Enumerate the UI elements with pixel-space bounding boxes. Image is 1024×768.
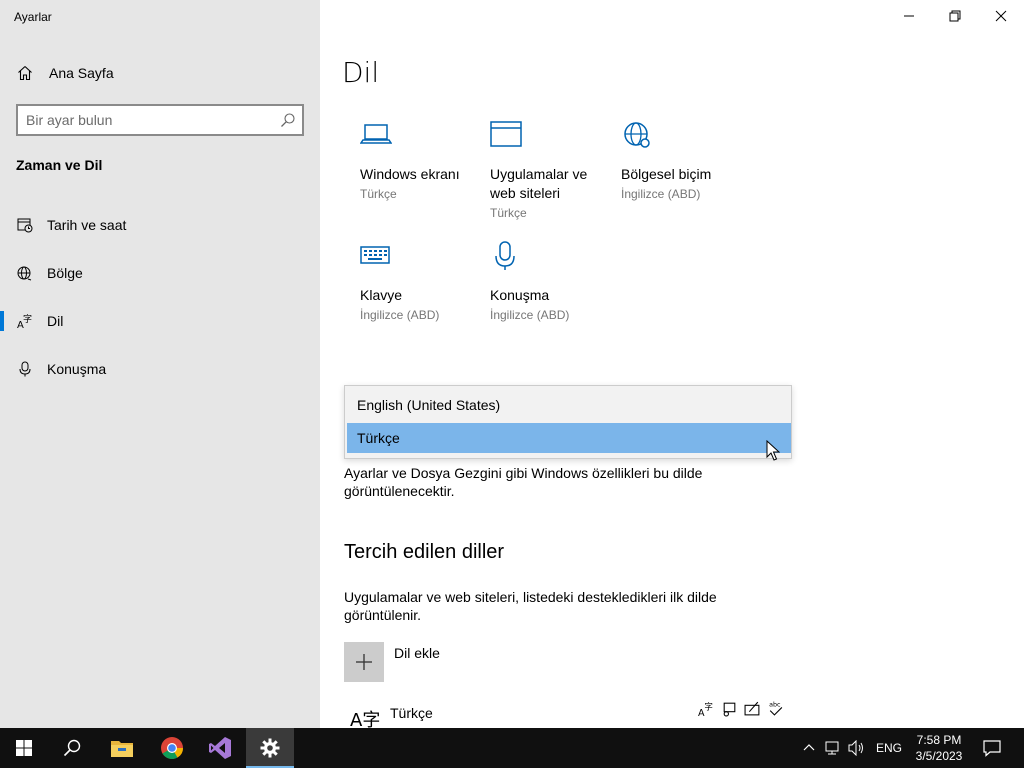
language-name: Türkçe xyxy=(390,705,433,721)
start-button[interactable] xyxy=(0,728,48,768)
windows-logo-icon xyxy=(16,740,32,756)
main-content: Dil Windows ekranı Türkçe Uygulamalar ve… xyxy=(320,0,1024,728)
svg-text:字: 字 xyxy=(704,702,713,713)
taskbar-clock[interactable]: 7:58 PM 3/5/2023 xyxy=(904,732,974,764)
tile-speech[interactable]: Konuşma İngilizce (ABD) xyxy=(490,241,614,322)
tile-apps-websites[interactable]: Uygulamalar ve web siteleri Türkçe xyxy=(490,120,614,220)
tile-title: Bölgesel biçim xyxy=(621,166,712,182)
clock-time: 7:58 PM xyxy=(916,733,962,747)
tile-title: Uygulamalar ve web siteleri xyxy=(490,166,588,201)
sidebar-item-speech[interactable]: Konuşma xyxy=(0,349,320,389)
preferred-languages-description: Uygulamalar ve web siteleri, listedeki d… xyxy=(344,589,717,623)
network-icon[interactable] xyxy=(824,740,840,756)
language-feature-icons: A字 abc xyxy=(698,700,784,717)
input-language-label: ENG xyxy=(876,741,903,755)
system-tray xyxy=(802,728,866,768)
speech-feature-icon xyxy=(723,702,736,717)
chrome-taskbar-button[interactable] xyxy=(148,728,196,768)
notification-icon xyxy=(983,740,1001,757)
search-icon xyxy=(63,739,81,757)
home-label: Ana Sayfa xyxy=(49,65,114,81)
display-language-feature-icon: A字 xyxy=(698,702,713,717)
search-input[interactable] xyxy=(26,110,266,130)
tile-title: Klavye xyxy=(360,287,403,303)
display-language-description: Ayarlar ve Dosya Gezgini gibi Windows öz… xyxy=(344,465,703,499)
settings-search-box[interactable] xyxy=(16,104,304,136)
add-language-button[interactable] xyxy=(344,642,384,682)
display-language-dropdown-list[interactable]: English (United States) Türkçe xyxy=(344,385,792,459)
minimize-icon xyxy=(904,15,914,17)
home-icon xyxy=(18,66,32,81)
tile-subtitle: İngilizce (ABD) xyxy=(621,187,701,201)
sidebar-item-language[interactable]: A字 Dil xyxy=(0,301,320,341)
home-nav-item[interactable]: Ana Sayfa xyxy=(0,56,320,90)
sidebar-item-label: Dil xyxy=(47,313,64,329)
close-icon xyxy=(995,10,1007,22)
sidebar-item-date-time[interactable]: Tarih ve saat xyxy=(0,205,320,245)
language-list-item[interactable]: A字 Türkçe A字 abc xyxy=(344,700,784,728)
clock-date: 3/5/2023 xyxy=(915,749,963,763)
visual-studio-icon xyxy=(209,737,231,759)
chevron-up-icon[interactable] xyxy=(802,741,816,755)
folder-icon xyxy=(111,741,133,757)
tile-regional-format[interactable]: Bölgesel biçim İngilizce (ABD) xyxy=(621,120,745,201)
taskbar: ENG 7:58 PM 3/5/2023 xyxy=(0,728,1024,768)
add-language-label[interactable]: Dil ekle xyxy=(394,645,440,661)
microphone-icon xyxy=(19,361,31,377)
tile-subtitle: İngilizce (ABD) xyxy=(490,308,570,322)
restore-button[interactable] xyxy=(932,0,978,32)
window-controls xyxy=(886,0,1024,32)
tile-subtitle: Türkçe xyxy=(490,206,527,220)
handwriting-feature-icon xyxy=(744,701,760,716)
gear-icon xyxy=(260,738,280,758)
visual-studio-taskbar-button[interactable] xyxy=(196,728,244,768)
tile-windows-display[interactable]: Windows ekranı Türkçe xyxy=(359,120,484,201)
keyboard-icon xyxy=(360,246,390,264)
chrome-icon xyxy=(161,737,183,759)
sidebar-item-label: Bölge xyxy=(47,265,83,281)
mouse-cursor-icon xyxy=(766,440,780,461)
input-language-indicator[interactable]: ENG xyxy=(876,728,902,768)
close-button[interactable] xyxy=(978,0,1024,32)
dropdown-option[interactable]: English (United States) xyxy=(347,390,791,420)
window-icon xyxy=(490,121,522,147)
globe-icon xyxy=(17,266,32,281)
sidebar: Ayarlar Ana Sayfa Zaman ve Dil Tarih ve … xyxy=(0,0,320,728)
minimize-button[interactable] xyxy=(886,0,932,32)
sidebar-item-region[interactable]: Bölge xyxy=(0,253,320,293)
language-icon: A字 xyxy=(17,313,32,329)
section-title: Zaman ve Dil xyxy=(16,157,103,173)
dropdown-option-selected[interactable]: Türkçe xyxy=(347,423,791,453)
restore-icon xyxy=(949,10,961,22)
preferred-languages-heading: Tercih edilen diller xyxy=(344,541,505,563)
file-explorer-taskbar-button[interactable] xyxy=(98,728,146,768)
tile-subtitle: Türkçe xyxy=(360,187,397,201)
language-glyph-icon: A字 xyxy=(350,710,381,728)
tile-keyboard[interactable]: Klavye İngilizce (ABD) xyxy=(360,241,484,322)
spellcheck-feature-icon: abc xyxy=(769,700,783,716)
window-title: Ayarlar xyxy=(14,10,52,24)
page-title: Dil xyxy=(342,56,380,89)
sidebar-item-label: Konuşma xyxy=(47,361,107,377)
tile-subtitle: İngilizce (ABD) xyxy=(360,308,440,322)
globe-settings-icon xyxy=(624,122,650,148)
plus-icon xyxy=(356,654,372,670)
taskbar-search-button[interactable] xyxy=(48,728,96,768)
action-center-button[interactable] xyxy=(968,728,1016,768)
calendar-clock-icon xyxy=(17,218,33,233)
svg-text:abc: abc xyxy=(769,700,781,708)
tile-title: Windows ekranı xyxy=(360,166,460,182)
search-icon[interactable] xyxy=(280,112,296,128)
volume-icon[interactable] xyxy=(848,740,866,756)
sidebar-item-label: Tarih ve saat xyxy=(47,217,127,233)
tile-title: Konuşma xyxy=(490,287,550,303)
settings-taskbar-button[interactable] xyxy=(246,728,294,768)
microphone-icon xyxy=(495,241,515,270)
svg-text:字: 字 xyxy=(23,313,32,325)
laptop-icon xyxy=(359,124,393,144)
